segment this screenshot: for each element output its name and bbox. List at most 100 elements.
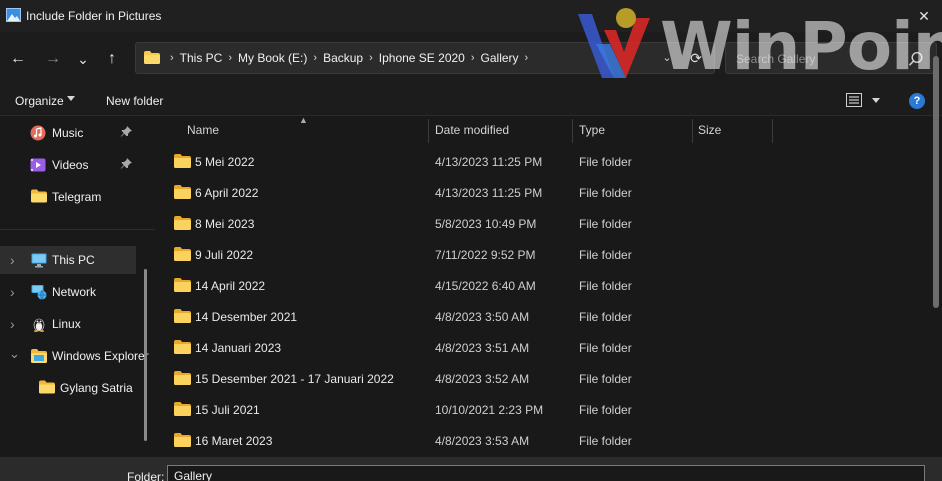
file-date-modified: 4/8/2023 3:51 AM (435, 341, 530, 355)
file-name: 5 Mei 2022 (195, 155, 255, 169)
back-button[interactable]: ← (7, 48, 29, 70)
chevron-down-icon[interactable]: ⌄ (9, 346, 20, 362)
breadcrumb-separator[interactable]: › (313, 52, 317, 64)
sidebar-scrollbar[interactable] (144, 269, 147, 441)
sidebar-item-label: Music (52, 126, 84, 140)
file-type: File folder (579, 279, 632, 293)
close-button[interactable]: ✕ (906, 0, 942, 32)
file-name: 14 April 2022 (195, 279, 266, 293)
chevron-right-icon[interactable]: › (10, 316, 15, 332)
breadcrumb-backup[interactable]: Backup (323, 51, 363, 65)
breadcrumb-iphone-se[interactable]: Iphone SE 2020 (379, 51, 465, 65)
organize-dropdown-icon (67, 96, 75, 101)
sidebar-item-linux[interactable]: › Linux (0, 310, 145, 338)
sidebar-item-network[interactable]: › Network (0, 278, 145, 306)
column-divider[interactable] (772, 119, 773, 143)
file-list-scrollbar[interactable] (933, 56, 939, 308)
file-date-modified: 4/8/2023 3:53 AM (435, 434, 530, 448)
folder-icon (144, 51, 160, 64)
breadcrumb-separator: › (170, 52, 174, 64)
sidebar-item-gylang-satria[interactable]: Gylang Satria (0, 374, 145, 402)
file-date-modified: 10/10/2021 2:23 PM (435, 403, 544, 417)
file-name: 14 Desember 2021 (195, 310, 298, 324)
breadcrumb-my-book[interactable]: My Book (E:) (238, 51, 307, 65)
folder-icon (174, 278, 191, 292)
breadcrumb-separator[interactable]: › (471, 52, 475, 64)
forward-arrow-icon: → (45, 50, 61, 67)
address-dropdown-icon[interactable]: ⌄ (659, 49, 675, 67)
view-dropdown-icon[interactable] (872, 98, 880, 103)
folder-icon (174, 402, 191, 416)
breadcrumb-separator[interactable]: › (228, 52, 232, 64)
sidebar-item-label: Videos (52, 158, 89, 172)
view-options-icon[interactable] (846, 93, 862, 107)
table-row[interactable]: 15 Juli 2021 10/10/2021 2:23 PM File folde… (157, 394, 942, 425)
folder-icon (174, 154, 191, 168)
breadcrumb-separator[interactable]: › (525, 52, 529, 64)
music-icon (30, 125, 46, 141)
file-list: Name ▲ Date modified Type Size 5 Mei 202… (157, 115, 942, 457)
folder-name-input[interactable]: Gallery (167, 465, 925, 481)
pin-icon[interactable] (121, 126, 132, 140)
file-name: 15 Juli 2021 (195, 403, 260, 417)
up-arrow-icon: ↑ (108, 50, 116, 67)
videos-icon (30, 158, 46, 172)
file-type: File folder (579, 310, 632, 324)
file-name: 15 Desember 2021 - 17 Januari 2022 (195, 372, 394, 386)
folder-icon (31, 189, 47, 203)
file-type: File folder (579, 341, 632, 355)
linux-icon (33, 318, 45, 332)
file-name: 16 Maret 2023 (195, 434, 273, 448)
pictures-icon (6, 8, 21, 22)
breadcrumb-gallery[interactable]: Gallery (481, 51, 519, 65)
chevron-right-icon[interactable]: › (10, 284, 15, 300)
navigation-bar: ← → ⌄ ↑ › This PC › My Book (E:) › Backu… (0, 32, 942, 86)
breadcrumb-this-pc[interactable]: This PC (180, 51, 223, 65)
sidebar-item-label: Telegram (52, 190, 102, 204)
folder-icon (174, 340, 191, 354)
table-row[interactable]: 14 Desember 2021 4/8/2023 3:50 AM File fol… (157, 301, 942, 332)
address-bar[interactable]: › This PC › My Book (E:) › Backup › Ipho… (135, 42, 715, 74)
forward-button[interactable]: → (42, 48, 64, 70)
organize-button[interactable]: Organize (15, 94, 64, 108)
table-row[interactable]: 16 Maret 2023 4/8/2023 3:53 AM File folder (157, 425, 942, 456)
pin-icon[interactable] (121, 158, 132, 172)
column-divider[interactable] (692, 119, 693, 143)
help-icon[interactable]: ? (909, 93, 925, 109)
window-title: Include Folder in Pictures (26, 9, 162, 23)
chevron-down-icon: ⌄ (77, 50, 89, 67)
file-type: File folder (579, 403, 632, 417)
column-divider[interactable] (572, 119, 573, 143)
sidebar-item-label: Windows Explorer (52, 349, 149, 363)
table-row[interactable]: 14 Januari 2023 4/8/2023 3:51 AM File fold… (157, 332, 942, 363)
recent-locations-button[interactable]: ⌄ (72, 48, 94, 70)
file-date-modified: 4/15/2022 6:40 AM (435, 279, 536, 293)
sidebar-item-this-pc[interactable]: › This PC (0, 246, 136, 274)
breadcrumb-separator[interactable]: › (369, 52, 373, 64)
sidebar-item-telegram[interactable]: Telegram (0, 183, 145, 211)
column-divider[interactable] (428, 119, 429, 143)
folder-name-value: Gallery (174, 469, 213, 481)
new-folder-button[interactable]: New folder (106, 94, 163, 108)
folder-label: Folder: (127, 470, 165, 481)
table-row[interactable]: 8 Mei 2023 5/8/2023 10:49 PM File folder (157, 208, 942, 239)
table-row[interactable]: 9 Juli 2022 7/11/2022 9:52 PM File folder (157, 239, 942, 270)
folder-icon (174, 185, 191, 199)
chevron-right-icon[interactable]: › (10, 252, 15, 268)
folder-icon (174, 433, 191, 447)
sidebar-item-label: Gylang Satria (60, 381, 133, 395)
up-button[interactable]: ↑ (101, 48, 123, 70)
table-row[interactable]: 6 April 2022 4/13/2023 11:25 PM File folde… (157, 177, 942, 208)
folder-icon (174, 309, 191, 323)
this-pc-icon (31, 253, 47, 268)
search-input[interactable]: Search Gallery (725, 42, 937, 74)
table-row[interactable]: 14 April 2022 4/15/2022 6:40 AM File folde… (157, 270, 942, 301)
refresh-icon[interactable]: ⟳ (684, 47, 708, 69)
sidebar-item-windows-explorer[interactable]: ⌄ Windows Explorer (0, 342, 149, 370)
file-name: 14 Januari 2023 (195, 341, 282, 355)
table-row[interactable]: 5 Mei 2022 4/13/2023 11:25 PM File folder (157, 146, 942, 177)
table-row[interactable]: 15 Desember 2021 - 17 Januari 2022 4/8/20… (157, 363, 942, 394)
sidebar-item-videos[interactable]: Videos (0, 151, 145, 179)
folder-icon (174, 216, 191, 230)
sidebar-item-music[interactable]: Music (0, 119, 145, 147)
